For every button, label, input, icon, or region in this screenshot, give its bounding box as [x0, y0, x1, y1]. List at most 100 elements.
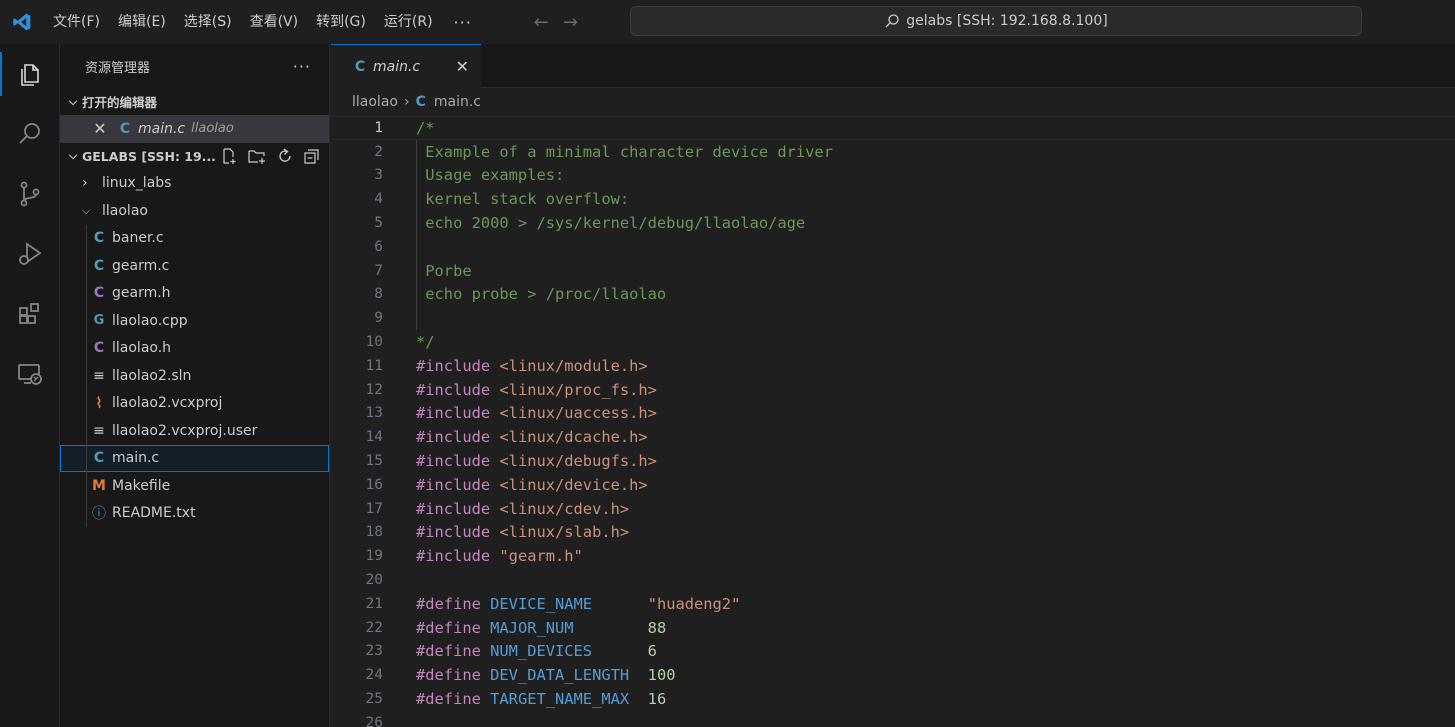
c-header-file-icon: C: [93, 340, 105, 357]
code-token: DEVICE_NAME: [490, 594, 648, 613]
line-text: kernel stack overflow:: [384, 190, 629, 208]
menu-edit[interactable]: 编辑(E): [109, 0, 175, 44]
text-file-icon: ≡: [93, 422, 105, 439]
open-editor-name: main.c: [138, 120, 186, 137]
file-item[interactable]: Cgearm.c: [60, 252, 329, 280]
run-debug-icon[interactable]: [0, 224, 60, 284]
code-token: "gearm.h": [499, 547, 583, 566]
file-item[interactable]: ⓘ README.txt: [60, 499, 329, 527]
tree-indent-guide: [86, 224, 87, 252]
line-number: 7: [374, 262, 383, 279]
breadcrumb-file[interactable]: main.c: [434, 94, 481, 110]
tree-indent-guide: [86, 389, 87, 417]
code-token: Usage examples:: [416, 166, 565, 185]
close-icon[interactable]: ✕: [90, 119, 110, 138]
text-file-icon: ≡: [93, 367, 105, 384]
collapse-all-icon[interactable]: [303, 147, 321, 165]
forward-arrow-icon[interactable]: →: [563, 12, 578, 33]
file-item[interactable]: ≡ llaolao2.sln: [60, 362, 329, 390]
line-text: #include "gearm.h": [384, 547, 583, 565]
code-line: 21 #define DEVICE_NAME "huadeng2": [331, 592, 1455, 616]
close-icon[interactable]: ✕: [456, 57, 469, 76]
line-text: #include <linux/module.h>: [384, 357, 648, 375]
chevron-right-icon: ›: [82, 175, 88, 192]
tree-indent-guide: [86, 472, 87, 500]
menu-selection[interactable]: 选择(S): [175, 0, 241, 44]
line-text: #include <linux/device.h>: [384, 476, 648, 494]
code-token: #include: [416, 356, 500, 375]
menu-go[interactable]: 转到(G): [307, 0, 375, 44]
line-number: 4: [374, 191, 383, 208]
code-token: <linux/proc_fs.h>: [499, 380, 657, 399]
file-item[interactable]: Gllaolao.cpp: [60, 307, 329, 335]
command-center-text: gelabs [SSH: 192.168.8.100]: [906, 13, 1108, 29]
source-control-icon[interactable]: [0, 164, 60, 224]
remote-explorer-icon[interactable]: [0, 344, 60, 404]
code-line: 26: [331, 711, 1455, 727]
line-text: #define NUM_DEVICES 6: [384, 642, 657, 660]
folder-item-linux-labs[interactable]: › linux_labs: [60, 170, 329, 198]
extensions-icon[interactable]: [0, 284, 60, 344]
file-item[interactable]: ⌇ llaolao2.vcxproj: [60, 389, 329, 417]
chevron-down-icon: ⌵: [68, 94, 78, 108]
editor-area: C main.c ✕ llaolao › C main.c 1 /* 2 Examp…: [331, 44, 1455, 727]
makefile-icon: M: [92, 477, 106, 494]
code-token: <linux/debugfs.h>: [499, 452, 657, 471]
code-line: 1 /*: [331, 116, 1455, 140]
command-center-search[interactable]: gelabs [SSH: 192.168.8.100]: [630, 6, 1362, 36]
code-line: 15 #include <linux/debugfs.h>: [331, 449, 1455, 473]
line-number: 24: [365, 667, 383, 684]
new-file-icon[interactable]: [220, 147, 238, 165]
tab-label: main.c: [373, 58, 421, 75]
file-item[interactable]: Cmain.c: [60, 444, 329, 472]
new-folder-icon[interactable]: [247, 147, 267, 165]
code-line: 24 #define DEV_DATA_LENGTH 100: [331, 663, 1455, 687]
code-token: <linux/uaccess.h>: [499, 404, 657, 423]
back-arrow-icon[interactable]: ←: [534, 12, 549, 33]
workspace-section[interactable]: ⌵ GELABS [SSH: 19...: [60, 143, 329, 170]
search-icon[interactable]: [0, 104, 60, 164]
file-item[interactable]: Cbaner.c: [60, 224, 329, 252]
code-token: Example of a minimal character device dr…: [416, 142, 833, 161]
file-item[interactable]: M Makefile: [60, 472, 329, 500]
title-bar: 文件(F) 编辑(E) 选择(S) 查看(V) 转到(G) 运行(R) ··· …: [0, 0, 1455, 44]
file-label: baner.c: [112, 230, 164, 247]
chevron-down-icon: ⌵: [68, 149, 78, 162]
code-token: #include: [416, 428, 500, 447]
code-token: <linux/cdev.h>: [499, 499, 630, 518]
line-text: echo probe > /proc/llaolao: [384, 285, 666, 303]
menu-more-button[interactable]: ···: [442, 13, 484, 32]
c-file-icon: C: [93, 257, 105, 274]
open-editor-folder: llaolao: [191, 121, 234, 137]
line-number: 5: [374, 215, 383, 232]
menu-file[interactable]: 文件(F): [44, 0, 109, 44]
menu-run[interactable]: 运行(R): [375, 0, 442, 44]
file-label: llaolao2.vcxproj: [112, 395, 223, 412]
line-text: #include <linux/cdev.h>: [384, 500, 629, 518]
tree-indent-guide: [86, 417, 87, 445]
breadcrumb-folder[interactable]: llaolao: [352, 94, 398, 110]
code-editor[interactable]: 1 /* 2 Example of a minimal character devi…: [331, 116, 1455, 727]
folder-item-llaolao[interactable]: ⌵ llaolao: [60, 197, 329, 225]
file-item[interactable]: Cllaolao.h: [60, 334, 329, 362]
code-token: #include: [416, 523, 500, 542]
file-item[interactable]: Cgearm.h: [60, 279, 329, 307]
code-token: 88: [647, 618, 667, 637]
code-token: /*: [416, 118, 435, 137]
file-label: llaolao2.vcxproj.user: [112, 422, 258, 439]
code-line: 12 #include <linux/proc_fs.h>: [331, 378, 1455, 402]
explorer-more-button[interactable]: ···: [293, 57, 311, 76]
menu-view[interactable]: 查看(V): [241, 0, 308, 44]
explorer-icon[interactable]: [0, 44, 60, 104]
activity-bar: [0, 44, 60, 727]
cpp-file-icon: G: [93, 313, 105, 329]
code-line: 5 echo 2000 > /sys/kernel/debug/llaolao/…: [331, 211, 1455, 235]
open-editor-item[interactable]: ✕ C main.c llaolao: [60, 115, 329, 143]
open-editors-section[interactable]: ⌵ 打开的编辑器: [60, 88, 329, 115]
tab-main-c[interactable]: C main.c ✕: [331, 44, 481, 88]
file-item[interactable]: ≡ llaolao2.vcxproj.user: [60, 417, 329, 445]
code-line: 22 #define MAJOR_NUM 88: [331, 616, 1455, 640]
refresh-icon[interactable]: [276, 147, 294, 165]
vscode-logo-icon: [0, 0, 44, 44]
line-number: 8: [374, 286, 383, 303]
